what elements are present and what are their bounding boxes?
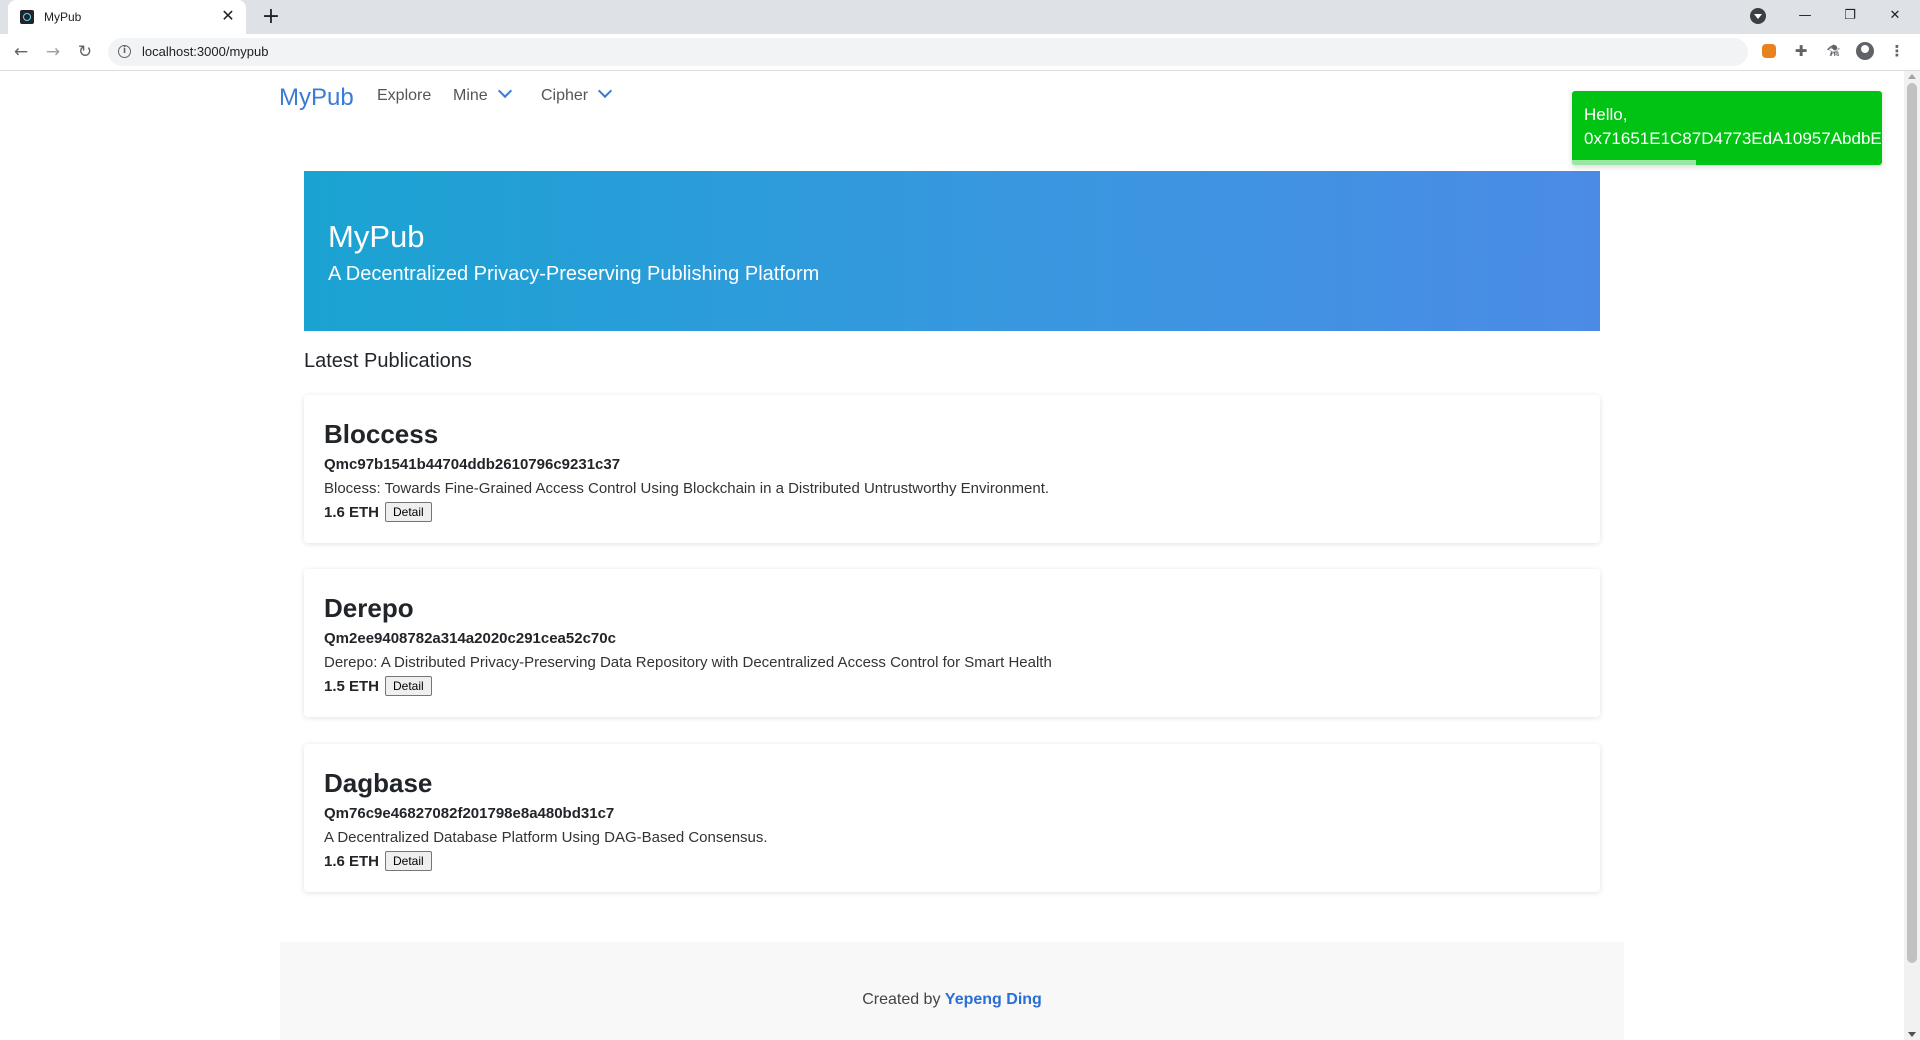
publication-description: A Decentralized Database Platform Using … bbox=[324, 829, 768, 846]
publication-price: 1.6 ETH bbox=[324, 504, 380, 521]
publication-price: 1.5 ETH bbox=[324, 678, 380, 695]
publication-name: Derepo bbox=[324, 593, 414, 623]
browser-toolbar: ← → ↻ i localhost:3000/mypub ☆ bbox=[0, 34, 1920, 71]
nav-mine-dropdown[interactable]: Mine bbox=[453, 83, 512, 105]
back-icon[interactable]: ← bbox=[9, 40, 33, 64]
publication-hash: Qm2ee9408782a314a2020c291cea52c70c bbox=[324, 630, 616, 647]
site-info-icon[interactable]: i bbox=[118, 45, 131, 58]
restore-button[interactable]: ❐ bbox=[1830, 4, 1870, 28]
publication-price: 1.6 ETH bbox=[324, 853, 380, 870]
close-window-button[interactable]: ✕ bbox=[1875, 4, 1915, 28]
footer: Created by Yepeng Ding bbox=[280, 942, 1624, 1040]
browser-menu-icon[interactable]: ⋮ bbox=[1886, 40, 1908, 62]
tab-close-icon[interactable]: ✕ bbox=[218, 6, 238, 26]
nav-explore[interactable]: Explore bbox=[377, 87, 431, 105]
chevron-down-icon bbox=[598, 83, 613, 99]
chevron-down-icon bbox=[497, 83, 512, 99]
scrollbar-thumb[interactable] bbox=[1907, 83, 1917, 963]
author-link[interactable]: Yepeng Ding bbox=[945, 991, 1042, 1008]
welcome-toast[interactable]: Hello, 0x71651E1C87D4773EdA10957AbdbE bbox=[1572, 91, 1882, 165]
toast-greeting: Hello, bbox=[1584, 105, 1628, 124]
metamask-extension-icon[interactable] bbox=[1758, 40, 1780, 62]
nav-cipher-label: Cipher bbox=[541, 87, 589, 104]
detail-button[interactable]: Detail bbox=[385, 851, 432, 871]
detail-button[interactable]: Detail bbox=[385, 676, 432, 696]
toast-progress-bar bbox=[1572, 160, 1696, 165]
browser-tab[interactable]: MyPub ✕ bbox=[8, 0, 246, 34]
page-viewport: MyPub Explore Mine Cipher MyPub A Decent… bbox=[0, 71, 1904, 1040]
scroll-up-arrow-icon[interactable] bbox=[1908, 74, 1916, 79]
footer-credit: Created by Yepeng Ding bbox=[280, 991, 1624, 1009]
new-tab-button[interactable]: + bbox=[258, 4, 284, 30]
toast-address: 0x71651E1C87D4773EdA10957AbdbE bbox=[1584, 129, 1882, 148]
nav-mine-label: Mine bbox=[453, 87, 488, 104]
tab-title: MyPub bbox=[44, 10, 82, 24]
footer-prefix: Created by bbox=[862, 991, 945, 1008]
publication-card: Dagbase Qm76c9e46827082f201798e8a480bd31… bbox=[304, 744, 1600, 892]
url-text[interactable]: localhost:3000/mypub bbox=[142, 44, 268, 59]
publication-card: Derepo Qm2ee9408782a314a2020c291cea52c70… bbox=[304, 569, 1600, 717]
reload-icon[interactable]: ↻ bbox=[73, 40, 97, 64]
brand-logo[interactable]: MyPub bbox=[279, 84, 354, 112]
publication-name: Bloccess bbox=[324, 419, 439, 449]
hero-title: MyPub bbox=[328, 219, 425, 254]
hero-subtitle: A Decentralized Privacy-Preserving Publi… bbox=[328, 263, 820, 285]
profile-avatar-icon[interactable] bbox=[1854, 40, 1876, 62]
minimize-button[interactable]: — bbox=[1785, 4, 1825, 28]
publication-hash: Qm76c9e46827082f201798e8a480bd31c7 bbox=[324, 805, 615, 822]
tab-strip: MyPub ✕ + — ❐ ✕ bbox=[0, 0, 1920, 34]
nav-cipher-dropdown[interactable]: Cipher bbox=[541, 83, 613, 105]
address-bar[interactable]: i localhost:3000/mypub ☆ bbox=[108, 38, 1841, 66]
publication-card: Bloccess Qmc97b1541b44704ddb2610796c9231… bbox=[304, 395, 1600, 543]
publication-name: Dagbase bbox=[324, 768, 433, 798]
react-favicon-icon bbox=[20, 10, 34, 24]
vertical-scrollbar[interactable] bbox=[1904, 71, 1920, 1040]
extensions-puzzle-icon[interactable]: ✚ bbox=[1790, 40, 1812, 62]
labs-flask-icon[interactable]: ⚗ bbox=[1822, 40, 1844, 62]
publication-description: Derepo: A Distributed Privacy-Preserving… bbox=[324, 654, 1052, 671]
tab-search-icon[interactable] bbox=[1750, 8, 1766, 24]
publication-description: Blocess: Towards Fine-Grained Access Con… bbox=[324, 480, 1050, 497]
detail-button[interactable]: Detail bbox=[385, 502, 432, 522]
forward-icon[interactable]: → bbox=[41, 40, 65, 64]
hero-banner: MyPub A Decentralized Privacy-Preserving… bbox=[304, 171, 1600, 331]
section-title: Latest Publications bbox=[304, 350, 472, 372]
publication-hash: Qmc97b1541b44704ddb2610796c9231c37 bbox=[324, 456, 621, 473]
scroll-down-arrow-icon[interactable] bbox=[1908, 1032, 1916, 1037]
